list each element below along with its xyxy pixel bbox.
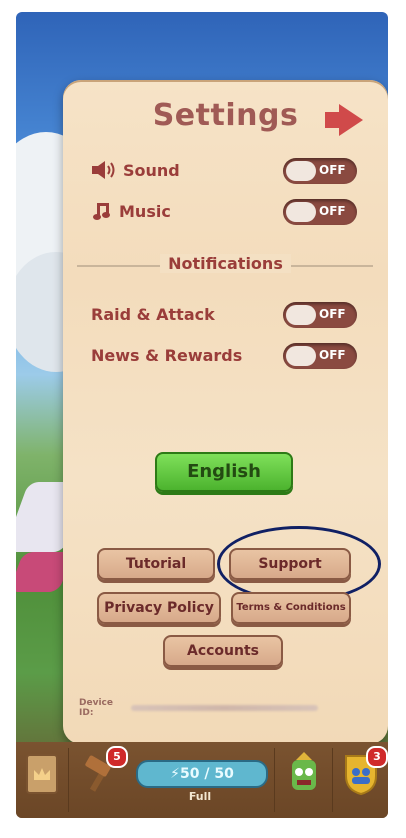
- cards-icon[interactable]: [26, 754, 58, 794]
- crown-icon: [34, 768, 50, 780]
- energy-status: Full: [188, 790, 212, 803]
- music-label: Music: [119, 201, 171, 221]
- device-id: Device ID:: [79, 698, 388, 718]
- bar-divider: [332, 748, 333, 812]
- music-toggle[interactable]: OFF: [283, 199, 357, 225]
- hammer-badge: 5: [106, 746, 128, 768]
- settings-panel: Settings Sound OFF Music OFF Notificatio…: [63, 80, 388, 744]
- toggle-state: OFF: [319, 163, 346, 177]
- team-badge: 3: [366, 746, 388, 768]
- team-shield-icon[interactable]: 3: [342, 746, 388, 796]
- game-screen: Settings Sound OFF Music OFF Notificatio…: [16, 12, 388, 818]
- sound-toggle[interactable]: OFF: [283, 158, 357, 184]
- raid-attack-row: Raid & Attack: [91, 305, 215, 324]
- music-row: Music: [91, 201, 171, 221]
- bar-divider: [274, 748, 275, 812]
- device-id-value-redacted: [131, 705, 318, 711]
- toggle-knob: [286, 202, 316, 222]
- toggle-state: OFF: [319, 348, 346, 362]
- notifications-heading: Notifications: [63, 254, 388, 273]
- toggle-knob: [286, 305, 316, 325]
- accounts-button[interactable]: Accounts: [163, 635, 283, 667]
- news-rewards-label: News & Rewards: [91, 346, 243, 365]
- tutorial-button[interactable]: Tutorial: [97, 548, 215, 580]
- support-highlight-circle: [217, 526, 381, 602]
- toggle-state: OFF: [319, 204, 346, 218]
- close-arrow-icon[interactable]: [339, 104, 363, 136]
- energy-meter: ⚡50 / 50: [136, 760, 268, 788]
- privacy-policy-button[interactable]: Privacy Policy: [97, 592, 221, 624]
- tiki-mask-icon[interactable]: [284, 750, 324, 800]
- speaker-icon: [92, 161, 115, 179]
- bar-divider: [68, 748, 69, 812]
- device-id-label: Device ID:: [79, 698, 113, 718]
- raid-attack-label: Raid & Attack: [91, 305, 215, 324]
- news-rewards-row: News & Rewards: [91, 346, 242, 365]
- toggle-state: OFF: [319, 307, 346, 321]
- toggle-knob: [286, 161, 316, 181]
- sound-label: Sound: [123, 160, 180, 180]
- raid-attack-toggle[interactable]: OFF: [283, 302, 357, 328]
- hammer-icon[interactable]: 5: [80, 746, 128, 796]
- music-note-icon: [93, 203, 110, 220]
- terms-conditions-button[interactable]: Terms & Conditions: [231, 592, 351, 624]
- bottom-bar: 5 ⚡50 / 50 Full 3: [16, 742, 388, 818]
- news-rewards-toggle[interactable]: OFF: [283, 343, 357, 369]
- language-button[interactable]: English: [155, 452, 293, 492]
- toggle-knob: [286, 346, 316, 366]
- sound-row: Sound: [91, 160, 180, 180]
- notifications-label: Notifications: [160, 254, 291, 273]
